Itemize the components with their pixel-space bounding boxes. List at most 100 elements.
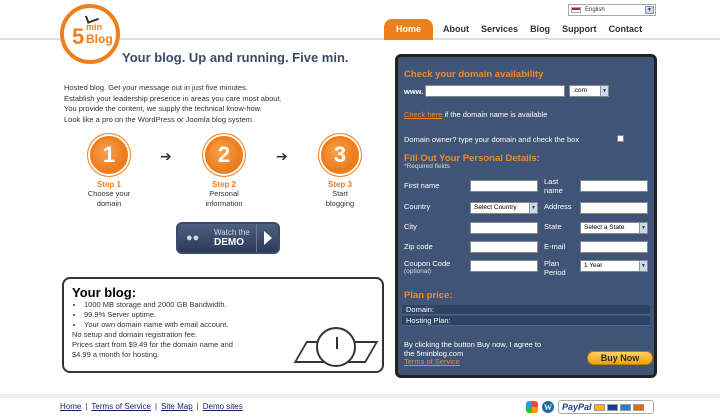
coupon-input[interactable] <box>470 260 538 272</box>
plan-label-2: Period <box>544 268 566 277</box>
step-title: Step 1 <box>96 180 121 189</box>
feature-item: 1000 MB storage and 2000 GB Bandwidth. <box>84 300 374 310</box>
check-line: Check here if the domain name is availab… <box>404 110 547 119</box>
language-value: English <box>585 7 605 13</box>
last-name-label-1: Last <box>544 177 559 186</box>
chevron-down-icon: ▼ <box>645 6 654 14</box>
intro-line: Look like a pro on the WordPress or Joom… <box>64 114 254 124</box>
hosting-price-row: Hosting Plan: <box>402 316 650 326</box>
last-name-input[interactable] <box>580 180 648 192</box>
logo-digit: 5 <box>72 24 85 49</box>
arrow-right-icon: ➔ <box>160 148 172 164</box>
footer-terms[interactable]: Terms of Service <box>91 402 151 411</box>
chevron-down-icon: ▼ <box>600 86 608 96</box>
plan-period-select[interactable]: 1 Year ▼ <box>580 260 648 272</box>
step-title: Step 2 <box>211 180 236 189</box>
step-number-icon: 1 <box>90 136 128 174</box>
logo-blog: Blog <box>86 32 113 46</box>
nav-support[interactable]: Support <box>556 24 603 40</box>
nav-home[interactable]: Home <box>384 19 434 40</box>
demo-label-2: DEMO <box>214 237 244 248</box>
step-desc: Start <box>332 189 348 198</box>
address-label: Address <box>544 202 572 211</box>
footer-links: Home | Terms of Service | Site Map | Demo site… <box>60 402 243 411</box>
plan-price-title: Plan price: <box>404 290 453 301</box>
joomla-icon <box>526 401 538 413</box>
first-name-input[interactable] <box>470 180 538 192</box>
intro-line: Establish your leadership presence in ar… <box>64 93 282 103</box>
watch-demo-button[interactable]: ●● Watch the DEMO <box>176 222 280 254</box>
step-desc: information <box>205 199 243 208</box>
country-select[interactable]: Select Country ▼ <box>470 202 538 214</box>
city-input[interactable] <box>470 222 538 234</box>
features-list: 1000 MB storage and 2000 GB Bandwidth. 9… <box>72 300 374 330</box>
feature-item: 99.9% Server uptime. <box>84 310 374 320</box>
discover-icon <box>632 403 644 411</box>
owner-text: Domain owner? type your domain and check… <box>404 135 580 144</box>
logo-min: min <box>86 22 103 32</box>
chevron-down-icon: ▼ <box>639 261 647 271</box>
state-label: State <box>544 222 562 231</box>
tagline: Your blog. Up and running. Five min. <box>122 50 349 65</box>
nav-about[interactable]: About <box>437 24 475 40</box>
step-desc: domain <box>96 199 122 208</box>
paypal-badge: PayPal <box>558 400 654 414</box>
nav-blog[interactable]: Blog <box>524 24 556 40</box>
blog-features-box: Your blog: 1000 MB storage and 2000 GB B… <box>62 277 384 373</box>
zip-label: Zip code <box>404 242 433 251</box>
arrow-right-icon: ➔ <box>276 148 288 164</box>
step-number-icon: 3 <box>321 136 359 174</box>
step-desc: Personal <box>209 189 239 198</box>
owner-checkbox[interactable] <box>617 135 624 142</box>
domain-input[interactable] <box>425 85 565 97</box>
visa-icon <box>606 403 618 411</box>
tld-select[interactable]: .com ▼ <box>569 85 609 97</box>
domain-price-row: Domain: <box>402 305 650 315</box>
www-prefix: www. <box>404 87 424 96</box>
mastercard-icon <box>593 403 605 411</box>
footer-divider <box>0 394 720 398</box>
zip-input[interactable] <box>470 241 538 253</box>
order-form-panel: Check your domain availability www. .com… <box>395 54 657 378</box>
step-number-icon: 2 <box>205 136 243 174</box>
email-input[interactable] <box>580 241 648 253</box>
blog-box-title: Your blog: <box>72 285 137 300</box>
amex-icon <box>619 403 631 411</box>
paypal-label: PayPal <box>562 402 592 412</box>
clock-icon <box>316 327 356 367</box>
terms-link[interactable]: Terms of Service <box>404 357 460 366</box>
footer-sitemap[interactable]: Site Map <box>161 402 193 411</box>
video-camera-icon: ●● <box>186 232 200 244</box>
buy-now-button[interactable]: Buy Now <box>587 351 653 365</box>
step-title: Step 3 <box>327 180 352 189</box>
coupon-optional: (optional) <box>404 268 432 275</box>
plan-label-1: Plan <box>544 259 560 268</box>
step-2: 2 Step 2 Personal information <box>189 136 259 209</box>
coupon-label: Coupon Code <box>404 259 451 268</box>
us-flag-icon <box>571 7 581 13</box>
address-input[interactable] <box>580 202 648 214</box>
main-nav: Home About Services Blog Support Contact <box>384 19 649 40</box>
footer-demo-sites[interactable]: Demo sites <box>203 402 243 411</box>
check-here-link[interactable]: Check here <box>404 110 442 119</box>
city-label: City <box>404 222 417 231</box>
domain-title: Check your domain availability <box>404 69 544 80</box>
required-note: *Required fields <box>404 163 450 170</box>
country-label: Country <box>404 202 431 211</box>
state-select[interactable]: Select a State ▼ <box>580 222 648 234</box>
chevron-down-icon: ▼ <box>529 203 537 213</box>
nav-services[interactable]: Services <box>475 24 524 40</box>
step-3: 3 Step 3 Start blogging <box>305 136 375 209</box>
email-label: E-mail <box>544 242 566 251</box>
site-logo[interactable]: 5 min Blog <box>60 4 120 64</box>
check-text: if the domain name is available <box>442 110 548 119</box>
agree-line-1: By clicking the button Buy now, I agree … <box>404 340 542 349</box>
nav-contact[interactable]: Contact <box>603 24 649 40</box>
language-select[interactable]: English ▼ <box>568 4 656 16</box>
intro-line: You provide the content, we supply the t… <box>64 104 262 113</box>
footer-home[interactable]: Home <box>60 402 81 411</box>
play-icon <box>256 224 278 252</box>
step-desc: blogging <box>325 199 355 208</box>
intro-line: Hosted blog. Get your message out in jus… <box>64 83 248 92</box>
first-name-label: First name <box>404 181 440 190</box>
